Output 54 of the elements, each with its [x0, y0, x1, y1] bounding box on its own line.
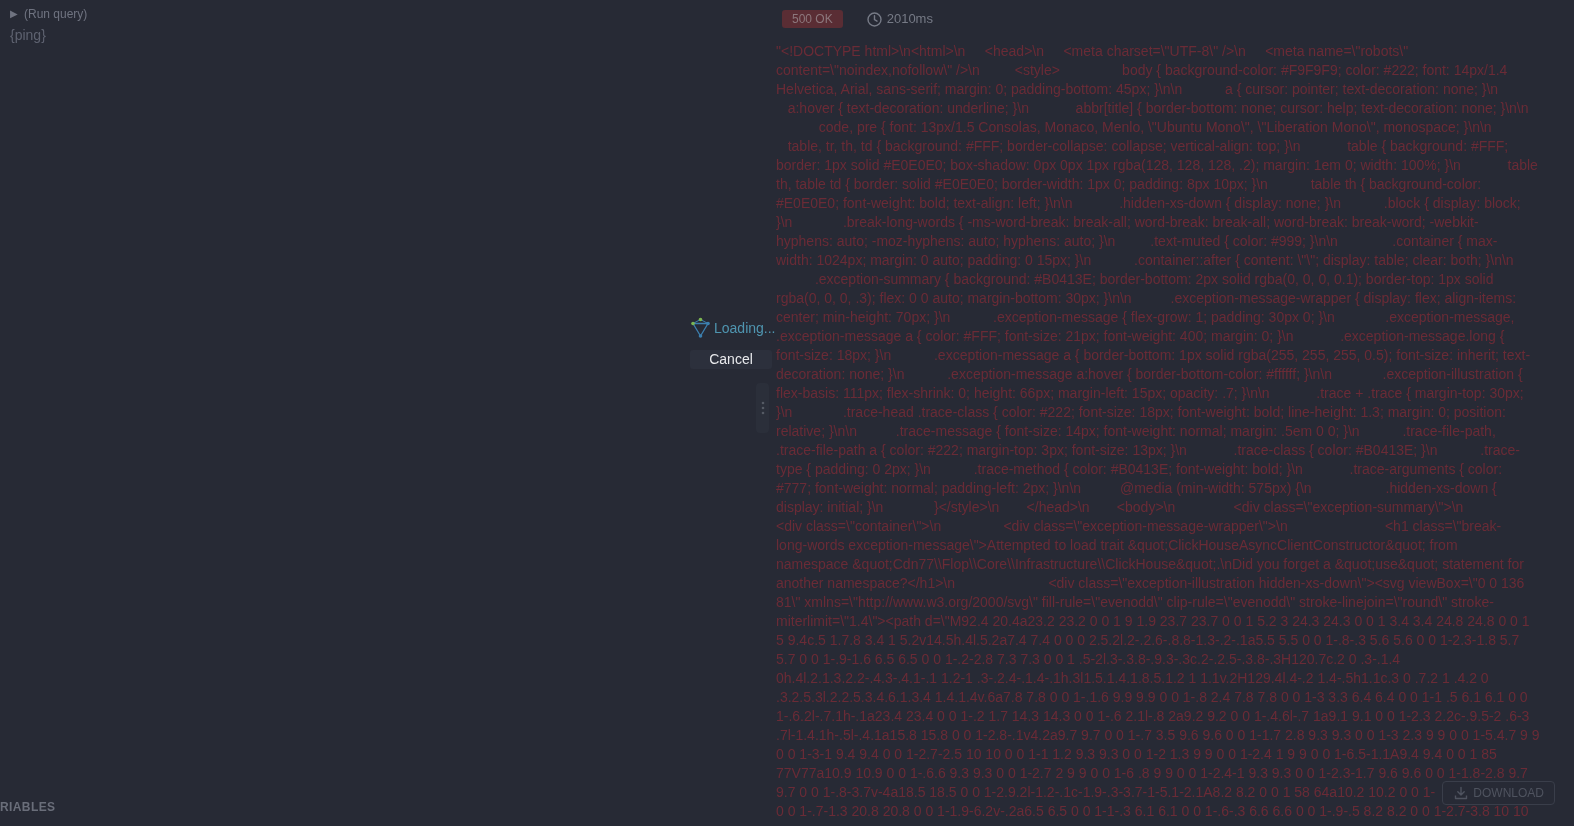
response-line: .7l-1.4.1h-.5l-.4.1a15.8 15.8 0 0 1-2.8-.1v4.2a9.7 9.7 0 0 1-.7 3.5 9.6 9.6 0 0 1-1.7 2.8 9.3 9.3 0 0 1-3 2.3 9 9 0 0 1-5.4.7 9 9: [776, 726, 1540, 745]
response-line: .trace-file-path a { color: #222; margin-top: 3px; font-size: 13px; }\n .trace-class { color: #B0413E; }\n .trace-: [776, 441, 1520, 460]
response-line: another namespace?</h1>\n <div class=\"exception-illustration hidden-xs-down\"><svg viewBox=\"0 0 136: [776, 574, 1525, 593]
download-icon: [1454, 786, 1469, 800]
response-line: 81\" xmlns=\"http://www.w3.org/2000/svg\" fill-rule=\"evenodd\" clip-rule=\"evenodd\" stroke-linejoin=\"round\" stroke-: [776, 593, 1494, 612]
response-line: display: initial; }\n }</style>\n </head>\n <body>\n <div class=\"exception-summary\">\n: [776, 498, 1464, 517]
response-line: }\n .break-long-words { -ms-word-break: break-all; word-break: break-all; word-break: break-word; -webkit-: [776, 213, 1479, 232]
response-line: relative; }\n\n .trace-message { font-size: 14px; font-weight: normal; margin: .5em 0 0; }\n .trace-file-path,: [776, 422, 1496, 441]
response-line: 77V77a10.9 10.9 0 0 1-.6.6 9.3 9.3 0 0 1-2.7 2 9 9 0 0 1-6 .8 9 9 0 0 1-2.4-1 9.3 9.3 0 0 1-2.3-1.7 9.6 9.6 0 0 1-1.8-2.8 9.7: [776, 764, 1528, 783]
response-line: namespace &quot;Cdn77\\Flop\\Core\\Infrastructure\\ClickHouse&quot;.\nDid you forget a &quot;use&quot; statement for: [776, 555, 1524, 574]
response-line: .exception-message a { color: #FFF; font-size: 21px; font-weight: 400; margin: 0; }\n .exception-message.long {: [776, 327, 1505, 346]
response-line: 0h.4l.2.1.3.2.2-.4.3-.4.1-.1 1.2-1 .3-.2.4-.1.4-.1h.3l1.5.1.4.1.8.5.1.2 1 1.1v.2H129.4l.4-.2 1.4-.5h1.1c.3 0 .7.2 1 .4.2 0: [776, 669, 1489, 688]
loading-spinner-icon: [690, 317, 711, 338]
resize-handle[interactable]: [756, 383, 769, 433]
status-badge: 500 OK: [782, 10, 843, 28]
response-line: th, table td { border: solid #E0E0E0; border-width: 1px 0; padding: 8px 10px; }\n table th { background-color:: [776, 175, 1482, 194]
response-line: rgba(0, 0, 0, .3); flex: 0 0 auto; margin-bottom: 30px; }\n\n .exception-message-wrapper { display: flex; align-items:: [776, 289, 1517, 308]
response-line: hyphens: auto; -moz-hyphens: auto; hyphens: auto; }\n .text-muted { color: #999; }\n\n .container { max-: [776, 232, 1498, 251]
response-line: #777; font-weight: normal; padding-left: 2px; }\n\n @media (min-width: 575px) {\n .hidden-xs-down {: [776, 479, 1497, 498]
variables-tab[interactable]: RIABLES: [0, 800, 56, 814]
response-line: 0 0 1-3-1 9.4 9.4 0 0 1-2.7-2.5 10 10 0 0 1-1 1.2 9.3 9.3 0 0 1-2 1.3 9 9 0 0 1-2.4 1 9 9 0 0 1-6.5-1.1A9.4 9.4 0 0 1 85: [776, 745, 1497, 764]
response-line: center; min-height: 70px; }\n .exception-message { flex-grow: 1; padding: 30px 0; }\n .exception-message,: [776, 308, 1515, 327]
response-line: table, tr, th, td { background: #FFF; border-collapse: collapse; vertical-align: top; }\n table { background: #FFF;: [786, 137, 1509, 156]
response-line: decoration: none; }\n .exception-message a:hover { border-bottom-color: #ffffff; }\n\n .exception-illustration {: [776, 365, 1523, 384]
response-line: 1-.6.2l-.7.1h-.1a23.4 23.4 0 0 1-.2 1.7 14.3 14.3 0 0 1-.6 2.1l-.8 2a9.2 9.2 0 0 1-.4.6l-.7 1a9.1 9.1 0 0 1-2.3 2.2c-.9.5-2 .6-3: [776, 707, 1530, 726]
loading-text: Loading...: [714, 318, 776, 338]
clock-icon: [866, 11, 882, 27]
response-line: 0 0 1-.7-1.3 20.8 20.8 0 0 1-1.9-6.2v-.2a6.5 6.5 0 0 1-1-.3 6.1 6.1 0 0 1-.6-.3 6.6 6.6 0 0 1-.9-.5 8.2 8.2 0 0 1-2.7-3.8 10 10: [776, 802, 1529, 821]
response-line: #E0E0E0; font-weight: bold; text-align: left; }\n\n .hidden-xs-down { display: none; }\n .block { display: block;: [776, 194, 1521, 213]
response-line: 9.7 0 0 1-.8-3.7v-4a18.5 18.5 0 0 1-2.9.2l-1.2-.1c-1.9-.3-3.7-1-5.1-2.1A8.2 8.2 0 0 1 58 64a10.2 10.2 0 0 1-: [776, 783, 1436, 802]
response-line: width: 1024px; margin: 0 auto; padding: 0 15px; }\n .container::after { content: \"\"; display: table; clear: both; }\n\n: [776, 251, 1514, 270]
response-line: 5.7 0 0 1-.9-1.6 6.5 6.5 0 0 1-.2-2.8 7.3 7.3 0 0 1 .5-2l.3-.3.8-.9.3-.3c.2-.2.5-.3.8-.3H120.7c.2 0 .3-.1.4: [776, 650, 1401, 669]
response-line: .exception-summary { background: #B0413E; border-bottom: 2px solid rgba(0, 0, 0, 0.1); border-top: 1px solid: [813, 270, 1494, 289]
response-line: }\n .trace-head .trace-class { color: #222; font-size: 18px; font-weight: bold; line-height: 1.3; margin: 0; position:: [776, 403, 1506, 422]
response-line: font-size: 18px; }\n .exception-message a { border-bottom: 1px solid rgba(255, 255, 255, 0.5); font-size: inherit; text-: [776, 346, 1531, 365]
grip-dots-icon: [760, 401, 765, 415]
response-line: a:hover { text-decoration: underline; }\n abbr[title] { border-bottom: none; cursor: help; text-decoration: none; }\n\n: [786, 99, 1529, 118]
response-line: border: 1px solid #E0E0E0; box-shadow: 0px 0px 1px rgba(128, 128, 128, .2); margin: 1em 0; width: 100%; }\n table: [776, 156, 1538, 175]
response-line: .3.2.5.3l.2.2.5.3.4.6.1.3.4 1.4.1.4v.6a7.8 7.8 0 0 1-.1.6 9.9 9.9 0 0 1-.8 2.4 7.8 7.8 0 0 1-3 3.3 6.4 6.4 0 0 1-1 .5 6.1 6.1 0 0: [776, 688, 1528, 707]
run-query-link[interactable]: ▶ (Run query): [10, 6, 88, 22]
query-text: {ping}: [10, 26, 46, 44]
response-line: 5 9.4c.5 1.7.8 3.4 1 5.2v14.5h.4l.5.2a7.4 7.4 0 0 0 2.5.2l.2-.2.6-.8.8-1.3-.2-.1a5.5 5.5 0 0 1-.8-.3 5.6 5.6 0 0 1-2.3-1.8 5.7: [776, 631, 1520, 650]
response-time: 2010ms: [886, 11, 933, 27]
response-line: content=\"noindex,nofollow\" />\n <style> body { background-color: #F9F9F9; color: #222; font: 14px/1.4: [776, 61, 1508, 80]
response-line: Helvetica, Arial, sans-serif; margin: 0; padding-bottom: 45px; }\n\n a { cursor: pointer; text-decoration: none; }\n: [776, 80, 1499, 99]
response-line: <div class=\"container\">\n <div class=\"exception-message-wrapper\">\n <h1 class=\"break-: [776, 517, 1502, 536]
response-line: code, pre { font: 13px/1.5 Consolas, Monaco, Menlo, \"Ubuntu Mono\", \"Liberation Mono\", monospace; }\n\n: [817, 118, 1492, 137]
cancel-button[interactable]: Cancel: [690, 350, 772, 369]
response-line: flex-basis: 111px; flex-shrink: 0; height: 66px; margin-left: 15px; opacity: .7; }\n\n .trace + .trace { margin-top: 30px;: [776, 384, 1524, 403]
response-line: long-words exception-message\">Attempted to load trait &quot;ClickHouseAsyncClientConstructor&quot; from: [776, 536, 1458, 555]
play-icon: ▶: [10, 6, 18, 22]
response-line: miterlimit=\"1.4\"><path d=\"M92.4 20.4a23.2 23.2 0 0 1 9 1.9 23.7 23.7 0 0 1 5.2 3 24.3 24.3 0 0 1 3.4 3.4 24.8 24.8 0 0 1: [776, 612, 1530, 631]
response-line: type { padding: 0 2px; }\n .trace-method { color: #B0413E; font-weight: bold; }\n .trace-arguments { color:: [776, 460, 1503, 479]
response-line: "<!DOCTYPE html>\n<html>\n <head>\n <meta charset=\"UTF-8\" />\n <meta name=\"robots\": [776, 42, 1409, 61]
